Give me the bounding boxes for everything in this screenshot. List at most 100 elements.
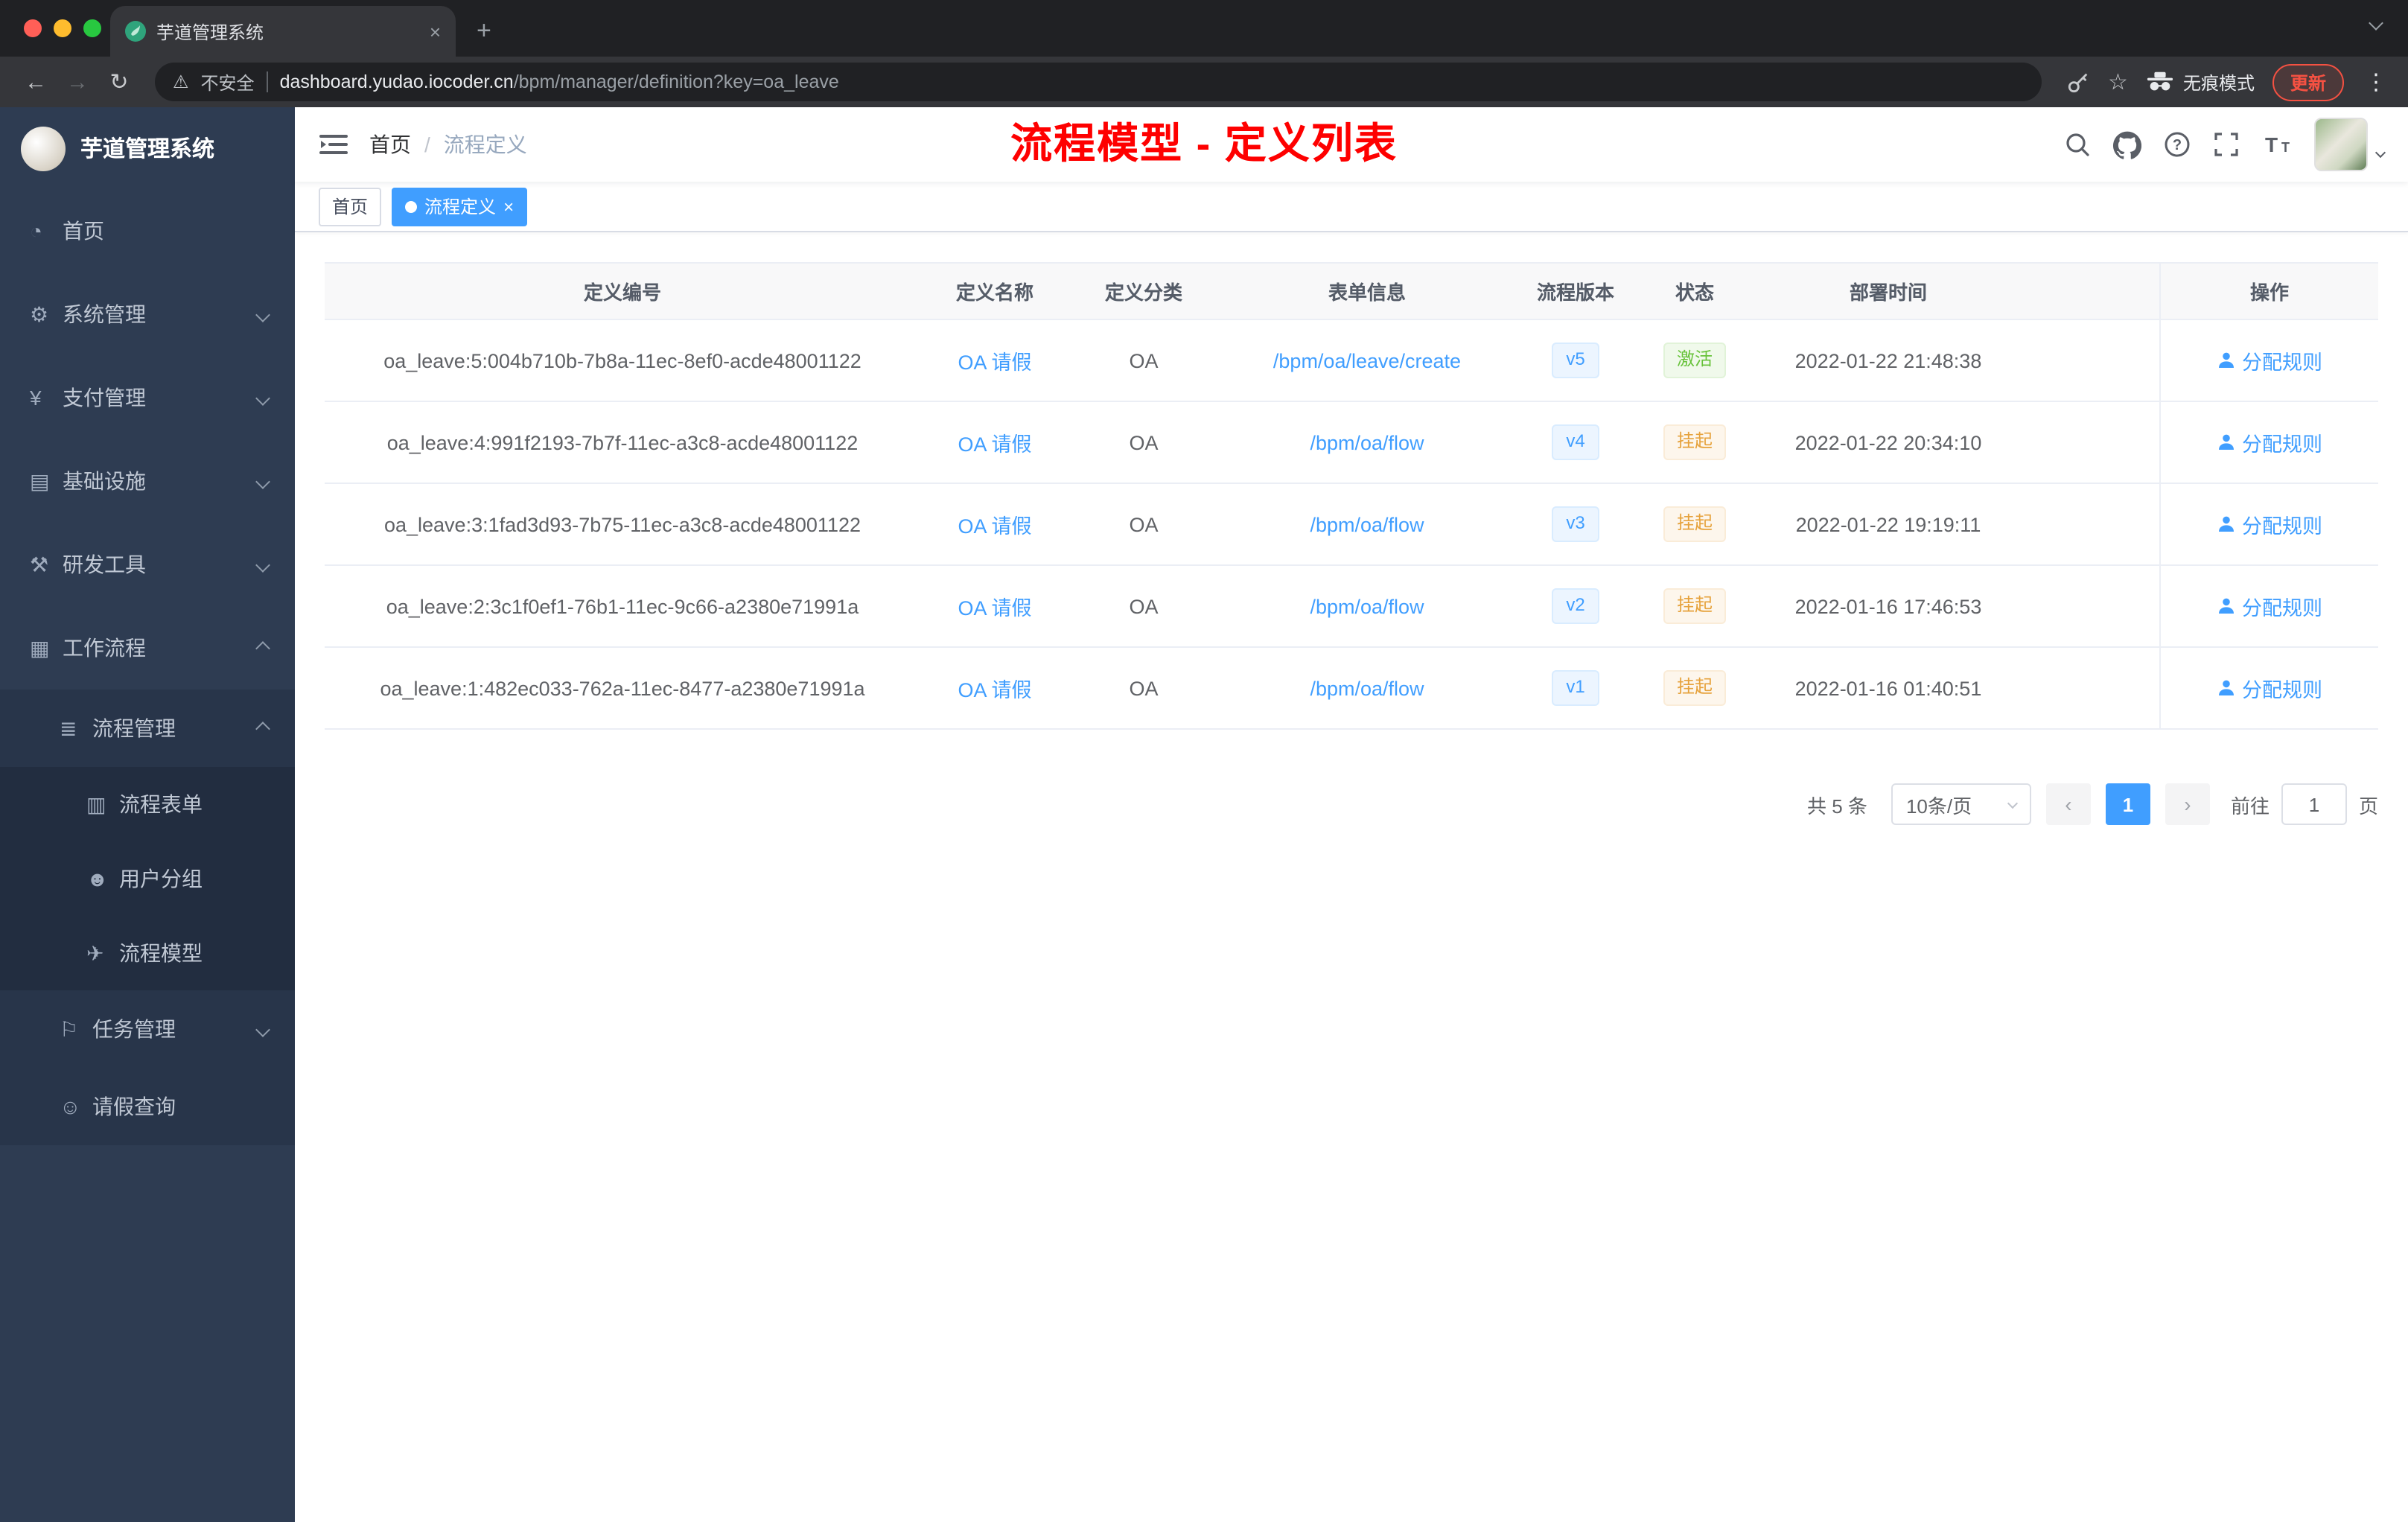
- svg-text:T: T: [2265, 133, 2278, 156]
- definition-id: oa_leave:4:991f2193-7b7f-11ec-a3c8-acde4…: [386, 431, 859, 453]
- definition-name-link[interactable]: OA 请假: [958, 673, 1031, 703]
- sidebar-item-process-management[interactable]: ≣ 流程管理: [0, 690, 295, 767]
- definition-id: oa_leave:1:482ec033-762a-11ec-8477-a2380…: [380, 677, 865, 699]
- version-tag[interactable]: v2: [1551, 588, 1600, 624]
- status-badge: 挂起: [1663, 670, 1726, 706]
- form-link[interactable]: /bpm/oa/flow: [1310, 677, 1424, 699]
- definition-name-link[interactable]: OA 请假: [958, 591, 1031, 621]
- browser-tab-strip: 芋道管理系统 × +: [0, 0, 2408, 57]
- chevron-down-icon: [255, 307, 270, 322]
- current-page[interactable]: 1: [2105, 783, 2150, 825]
- sidebar-item-infrastructure[interactable]: ▤ 基础设施: [0, 439, 295, 523]
- fullscreen-icon[interactable]: [2213, 131, 2240, 158]
- goto-page-input[interactable]: [2281, 783, 2347, 825]
- font-size-icon[interactable]: TT: [2262, 131, 2292, 158]
- back-button[interactable]: ←: [18, 69, 54, 95]
- form-link[interactable]: /bpm/oa/leave/create: [1273, 349, 1461, 372]
- tag-close-icon[interactable]: ×: [503, 197, 514, 215]
- search-icon[interactable]: [2064, 131, 2091, 158]
- form-link[interactable]: /bpm/oa/flow: [1310, 513, 1424, 535]
- user-icon: [2218, 434, 2233, 450]
- sidebar-item-home[interactable]: ◔ 首页: [0, 189, 295, 273]
- tags-view: 首页 流程定义 ×: [295, 182, 2408, 232]
- help-icon[interactable]: ?: [2164, 131, 2191, 158]
- tab-close-icon[interactable]: ×: [430, 20, 441, 42]
- version-tag[interactable]: v3: [1551, 506, 1600, 542]
- assign-rule-link[interactable]: 分配规则: [2242, 346, 2322, 375]
- chevron-down-icon: [255, 390, 270, 405]
- user-menu[interactable]: [2314, 118, 2386, 171]
- password-key-icon[interactable]: [2065, 69, 2090, 95]
- status-badge: 激活: [1663, 343, 1726, 378]
- table-row: oa_leave:2:3c1f0ef1-76b1-11ec-9c66-a2380…: [325, 566, 2378, 648]
- version-tag[interactable]: v5: [1551, 343, 1600, 378]
- window: 芋道管理系统 × + ← → ↻ ⚠ 不安全 dashboard.yudao.i…: [0, 0, 2408, 1522]
- next-page-button[interactable]: ›: [2165, 783, 2210, 825]
- definition-id: oa_leave:3:1fad3d93-7b75-11ec-a3c8-acde4…: [383, 513, 861, 535]
- browser-menu-icon[interactable]: ⋮: [2362, 69, 2390, 95]
- security-label[interactable]: 不安全: [201, 69, 255, 95]
- sidebar-item-dev-tools[interactable]: ⚒ 研发工具: [0, 523, 295, 606]
- window-close-button[interactable]: [24, 19, 42, 37]
- window-zoom-button[interactable]: [83, 19, 101, 37]
- new-tab-button[interactable]: +: [477, 18, 491, 43]
- col-definition-category: 定义分类: [1104, 281, 1182, 304]
- tag-home[interactable]: 首页: [319, 187, 382, 226]
- sidebar-item-payment-management[interactable]: ¥ 支付管理: [0, 356, 295, 439]
- process-model-icon: ✈: [86, 940, 104, 964]
- user-group-icon: ☻: [86, 867, 109, 891]
- sidebar-item-process-model[interactable]: ✈ 流程模型: [0, 916, 295, 990]
- page-size-select[interactable]: 10条/页: [1891, 783, 2031, 825]
- navbar-right: ? TT: [2064, 118, 2386, 171]
- goto-label: 前往: [2230, 795, 2270, 817]
- form-link[interactable]: /bpm/oa/flow: [1310, 595, 1424, 617]
- active-dot: [405, 200, 418, 212]
- chevron-down-icon: [255, 557, 270, 572]
- bookmark-star-icon[interactable]: ☆: [2108, 69, 2128, 95]
- sidebar-item-process-form[interactable]: ▥ 流程表单: [0, 767, 295, 841]
- definition-name-link[interactable]: OA 请假: [958, 346, 1031, 375]
- deploy-time: 2022-01-22 21:48:38: [1794, 349, 1982, 372]
- assign-rule-link[interactable]: 分配规则: [2242, 673, 2322, 703]
- table-header-row: 定义编号 定义名称 定义分类 表单信息 流程版本 状态 部署时间 操作: [325, 264, 2378, 320]
- sidebar-item-leave-query[interactable]: ☺ 请假查询: [0, 1068, 295, 1145]
- form-link[interactable]: /bpm/oa/flow: [1310, 431, 1424, 453]
- breadcrumb-home[interactable]: 首页: [369, 130, 411, 159]
- prev-page-button[interactable]: ‹: [2045, 783, 2091, 825]
- tab-search-chevron-icon[interactable]: [2369, 9, 2383, 36]
- sidebar-item-system-management[interactable]: ⚙ 系统管理: [0, 273, 295, 356]
- avatar[interactable]: [2314, 118, 2368, 171]
- definition-name-link[interactable]: OA 请假: [958, 509, 1031, 539]
- assign-rule-link[interactable]: 分配规则: [2242, 591, 2322, 621]
- logo-avatar: [21, 126, 66, 171]
- chevron-down-icon: [255, 474, 270, 488]
- url-text[interactable]: dashboard.yudao.iocoder.cn/bpm/manager/d…: [280, 71, 839, 92]
- definition-category: OA: [1129, 431, 1159, 453]
- sidebar-item-workflow[interactable]: ▦ 工作流程: [0, 606, 295, 690]
- chevron-up-icon: [255, 640, 270, 655]
- forward-button[interactable]: →: [60, 69, 95, 95]
- task-management-icon: ⚐: [60, 1016, 79, 1040]
- update-button[interactable]: 更新: [2272, 63, 2344, 101]
- breadcrumb: 首页 / 流程定义: [369, 130, 527, 159]
- version-tag[interactable]: v4: [1551, 424, 1600, 460]
- window-minimize-button[interactable]: [54, 19, 71, 37]
- definition-name-link[interactable]: OA 请假: [958, 427, 1031, 457]
- browser-tab[interactable]: 芋道管理系统 ×: [110, 6, 456, 57]
- hamburger-icon[interactable]: [319, 131, 348, 158]
- chevron-down-icon: [255, 1022, 270, 1037]
- navbar: 首页 / 流程定义 ? TT: [295, 107, 2408, 182]
- traffic-lights: [24, 19, 101, 37]
- version-tag[interactable]: v1: [1551, 670, 1600, 706]
- address-bar[interactable]: ⚠ 不安全 dashboard.yudao.iocoder.cn/bpm/man…: [155, 63, 2042, 101]
- sidebar-item-user-group[interactable]: ☻ 用户分组: [0, 841, 295, 916]
- process-management-icon: ≣: [60, 716, 77, 739]
- sidebar-item-task-management[interactable]: ⚐ 任务管理: [0, 990, 295, 1068]
- assign-rule-link[interactable]: 分配规则: [2242, 509, 2322, 539]
- tag-process-definition[interactable]: 流程定义 ×: [392, 187, 528, 226]
- pagination: 共 5 条 10条/页 ‹ 1 › 前往 页: [325, 783, 2378, 825]
- github-icon[interactable]: [2113, 130, 2141, 159]
- reload-button[interactable]: ↻: [101, 69, 137, 95]
- assign-rule-link[interactable]: 分配规则: [2242, 427, 2322, 457]
- user-icon: [2218, 598, 2233, 614]
